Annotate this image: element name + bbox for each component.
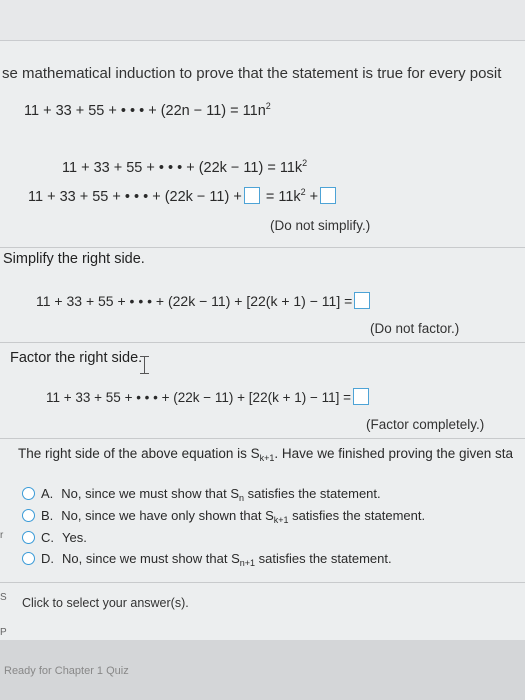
option-text-end: satisfies the statement. [255,551,392,566]
status-text: Ready for Chapter 1 Quiz [4,665,129,677]
option-text: No, since we must show that S [61,486,240,501]
radio-icon[interactable] [22,552,35,565]
factor-answer-box[interactable] [353,388,369,405]
simplify-title: Simplify the right side. [3,251,145,267]
top-bar [0,0,525,41]
question-pre: The right side of the above equation is … [18,446,260,461]
option-text: No, since we have only shown that S [61,508,274,523]
factor-completely-note: (Factor completely.) [366,417,485,432]
simplify-equation: 11 + 33 + 55 + • • • + (22k − 11) + [22(… [36,292,372,309]
option-subscript: n+1 [239,558,256,568]
simplify-answer-box[interactable] [354,292,371,309]
factor-title: Factor the right side. [10,350,143,366]
radio-icon[interactable] [22,531,35,544]
side-mark: S [0,592,7,603]
option-text: Yes. [62,530,87,545]
add-term-plus: + [305,189,319,205]
do-not-simplify-note: (Do not simplify.) [270,218,371,233]
assumption-text: 11 + 33 + 55 + • • • + (22k − 11) = 11k [62,160,303,176]
option-text: No, since we must show that S [62,551,240,566]
instruction-text: se mathematical induction to prove that … [2,65,502,82]
assumption-exponent: 2 [302,158,308,168]
add-term-lhs: 11 + 33 + 55 + • • • + (22k − 11) + [28,189,242,205]
text-cursor-icon [140,356,149,374]
option-text-end: satisfies the statement. [288,508,426,523]
add-term-equation: 11 + 33 + 55 + • • • + (22k − 11) + = 11… [28,187,338,205]
option-c[interactable]: C. Yes. [22,530,87,545]
assumption-equation: 11 + 33 + 55 + • • • + (22k − 11) = 11k2 [62,158,307,176]
radio-icon[interactable] [22,509,35,522]
option-a[interactable]: A. No, since we must show that Sn satisfi… [22,486,381,503]
option-letter: B. [41,508,54,523]
option-letter: C. [41,530,54,545]
answer-box-left[interactable] [243,187,260,204]
statement: 11 + 33 + 55 + • • • + (22n − 11) = 11n2 [24,101,271,119]
click-prompt: Click to select your answer(s). [22,596,189,610]
radio-icon[interactable] [22,487,35,500]
simplify-lhs: 11 + 33 + 55 + • • • + (22k − 11) + [22(… [36,293,353,309]
factor-lhs: 11 + 33 + 55 + • • • + (22k − 11) + [22(… [46,390,351,405]
option-letter: D. [41,551,54,566]
question-subscript: k+1 [259,453,275,463]
option-b[interactable]: B. No, since we have only shown that Sk+1… [22,508,425,525]
question-text: The right side of the above equation is … [18,446,513,463]
add-term-rhs: = 11k [261,189,301,205]
side-mark: P [0,627,7,638]
divider [0,582,525,583]
option-subscript: k+1 [273,515,289,525]
option-d[interactable]: D. No, since we must show that Sn+1 satis… [22,551,392,568]
side-mark: r [0,530,4,541]
divider [0,342,525,343]
question-post: . Have we finished proving the given sta [274,446,514,461]
divider [0,247,525,248]
option-text-end: satisfies the statement. [244,486,381,501]
answer-box-right[interactable] [320,187,337,204]
factor-equation: 11 + 33 + 55 + • • • + (22k − 11) + [22(… [46,388,371,405]
do-not-factor-note: (Do not factor.) [370,321,460,336]
statement-text: 11 + 33 + 55 + • • • + (22n − 11) = 11n [24,103,266,119]
option-letter: A. [41,486,54,501]
divider [0,438,525,439]
statement-exponent: 2 [265,101,271,111]
